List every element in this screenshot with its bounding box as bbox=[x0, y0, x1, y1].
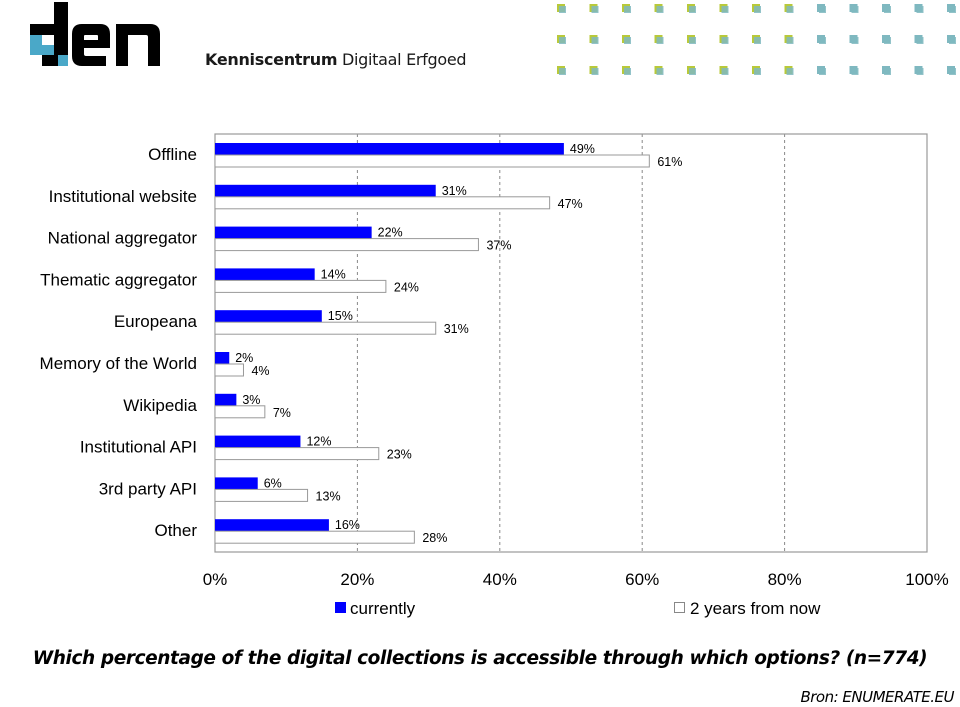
bar-2-years-from-now bbox=[214, 196, 551, 210]
value-label-currently: 6% bbox=[264, 476, 282, 490]
bar-2-years-from-now bbox=[214, 154, 650, 168]
value-label-currently: 31% bbox=[442, 184, 467, 198]
value-label-currently: 49% bbox=[570, 142, 595, 156]
category-label: Thematic aggregator bbox=[40, 270, 197, 289]
value-label-currently: 15% bbox=[328, 309, 353, 323]
x-tick-label: 40% bbox=[483, 570, 517, 589]
value-label-2-years-from-now: 61% bbox=[657, 155, 682, 169]
bar-2-years-from-now bbox=[214, 530, 415, 544]
x-tick-label: 20% bbox=[340, 570, 374, 589]
value-label-currently: 12% bbox=[306, 435, 331, 449]
bar-2-years-from-now bbox=[214, 363, 244, 377]
value-label-currently: 22% bbox=[378, 226, 403, 240]
bar-2-years-from-now bbox=[214, 447, 380, 461]
category-label: National aggregator bbox=[48, 229, 198, 248]
value-label-2-years-from-now: 28% bbox=[422, 531, 447, 545]
category-label: Memory of the World bbox=[40, 354, 197, 373]
bar-2-years-from-now bbox=[214, 488, 309, 502]
legend-label-2-years-from-now: 2 years from now bbox=[690, 599, 821, 618]
bar-currently bbox=[215, 184, 436, 197]
bar-currently bbox=[215, 393, 237, 406]
bar-2-years-from-now bbox=[214, 405, 266, 419]
x-tick-label: 0% bbox=[203, 570, 228, 589]
category-label: 3rd party API bbox=[99, 479, 197, 498]
category-label: Europeana bbox=[114, 312, 198, 331]
value-label-2-years-from-now: 13% bbox=[316, 489, 341, 503]
bar-currently bbox=[215, 143, 564, 155]
x-tick-label: 80% bbox=[768, 570, 802, 589]
category-label: Wikipedia bbox=[123, 396, 197, 415]
x-tick-label: 60% bbox=[625, 570, 659, 589]
value-label-2-years-from-now: 24% bbox=[394, 280, 419, 294]
value-label-2-years-from-now: 37% bbox=[486, 239, 511, 253]
bar-2-years-from-now bbox=[214, 279, 387, 293]
value-label-2-years-from-now: 31% bbox=[444, 322, 469, 336]
category-label: Offline bbox=[148, 145, 197, 164]
bar-currently bbox=[215, 268, 315, 281]
category-label: Other bbox=[154, 521, 197, 540]
value-label-currently: 14% bbox=[321, 267, 346, 281]
bar-currently bbox=[215, 226, 372, 239]
category-label: Institutional API bbox=[80, 438, 197, 457]
x-tick-label: 100% bbox=[905, 570, 948, 589]
bar-currently bbox=[215, 435, 301, 448]
legend-swatch-2-years-from-now bbox=[674, 602, 685, 613]
legend-label-currently: currently bbox=[350, 599, 416, 618]
bar-currently bbox=[215, 310, 322, 323]
bar-currently bbox=[215, 519, 329, 532]
value-label-currently: 16% bbox=[335, 518, 360, 532]
chart-question-title: Which percentage of the digital collecti… bbox=[32, 648, 928, 669]
category-label: Institutional website bbox=[49, 187, 197, 206]
bar-chart: 0% 20% 40% 60% 80% 100% Offline 49% 61% Instituti… bbox=[40, 133, 949, 618]
bar-currently bbox=[215, 477, 258, 490]
value-label-2-years-from-now: 47% bbox=[558, 197, 583, 211]
legend-swatch-currently bbox=[335, 602, 346, 613]
value-label-2-years-from-now: 7% bbox=[273, 406, 291, 420]
value-label-2-years-from-now: 4% bbox=[251, 364, 269, 378]
bar-currently bbox=[215, 352, 230, 364]
value-label-currently: 3% bbox=[242, 393, 260, 407]
value-label-2-years-from-now: 23% bbox=[387, 448, 412, 462]
bar-2-years-from-now bbox=[214, 321, 437, 335]
source-credit: Bron: ENUMERATE.EU bbox=[800, 688, 954, 706]
value-label-currently: 2% bbox=[235, 351, 253, 365]
bar-2-years-from-now bbox=[214, 238, 479, 252]
